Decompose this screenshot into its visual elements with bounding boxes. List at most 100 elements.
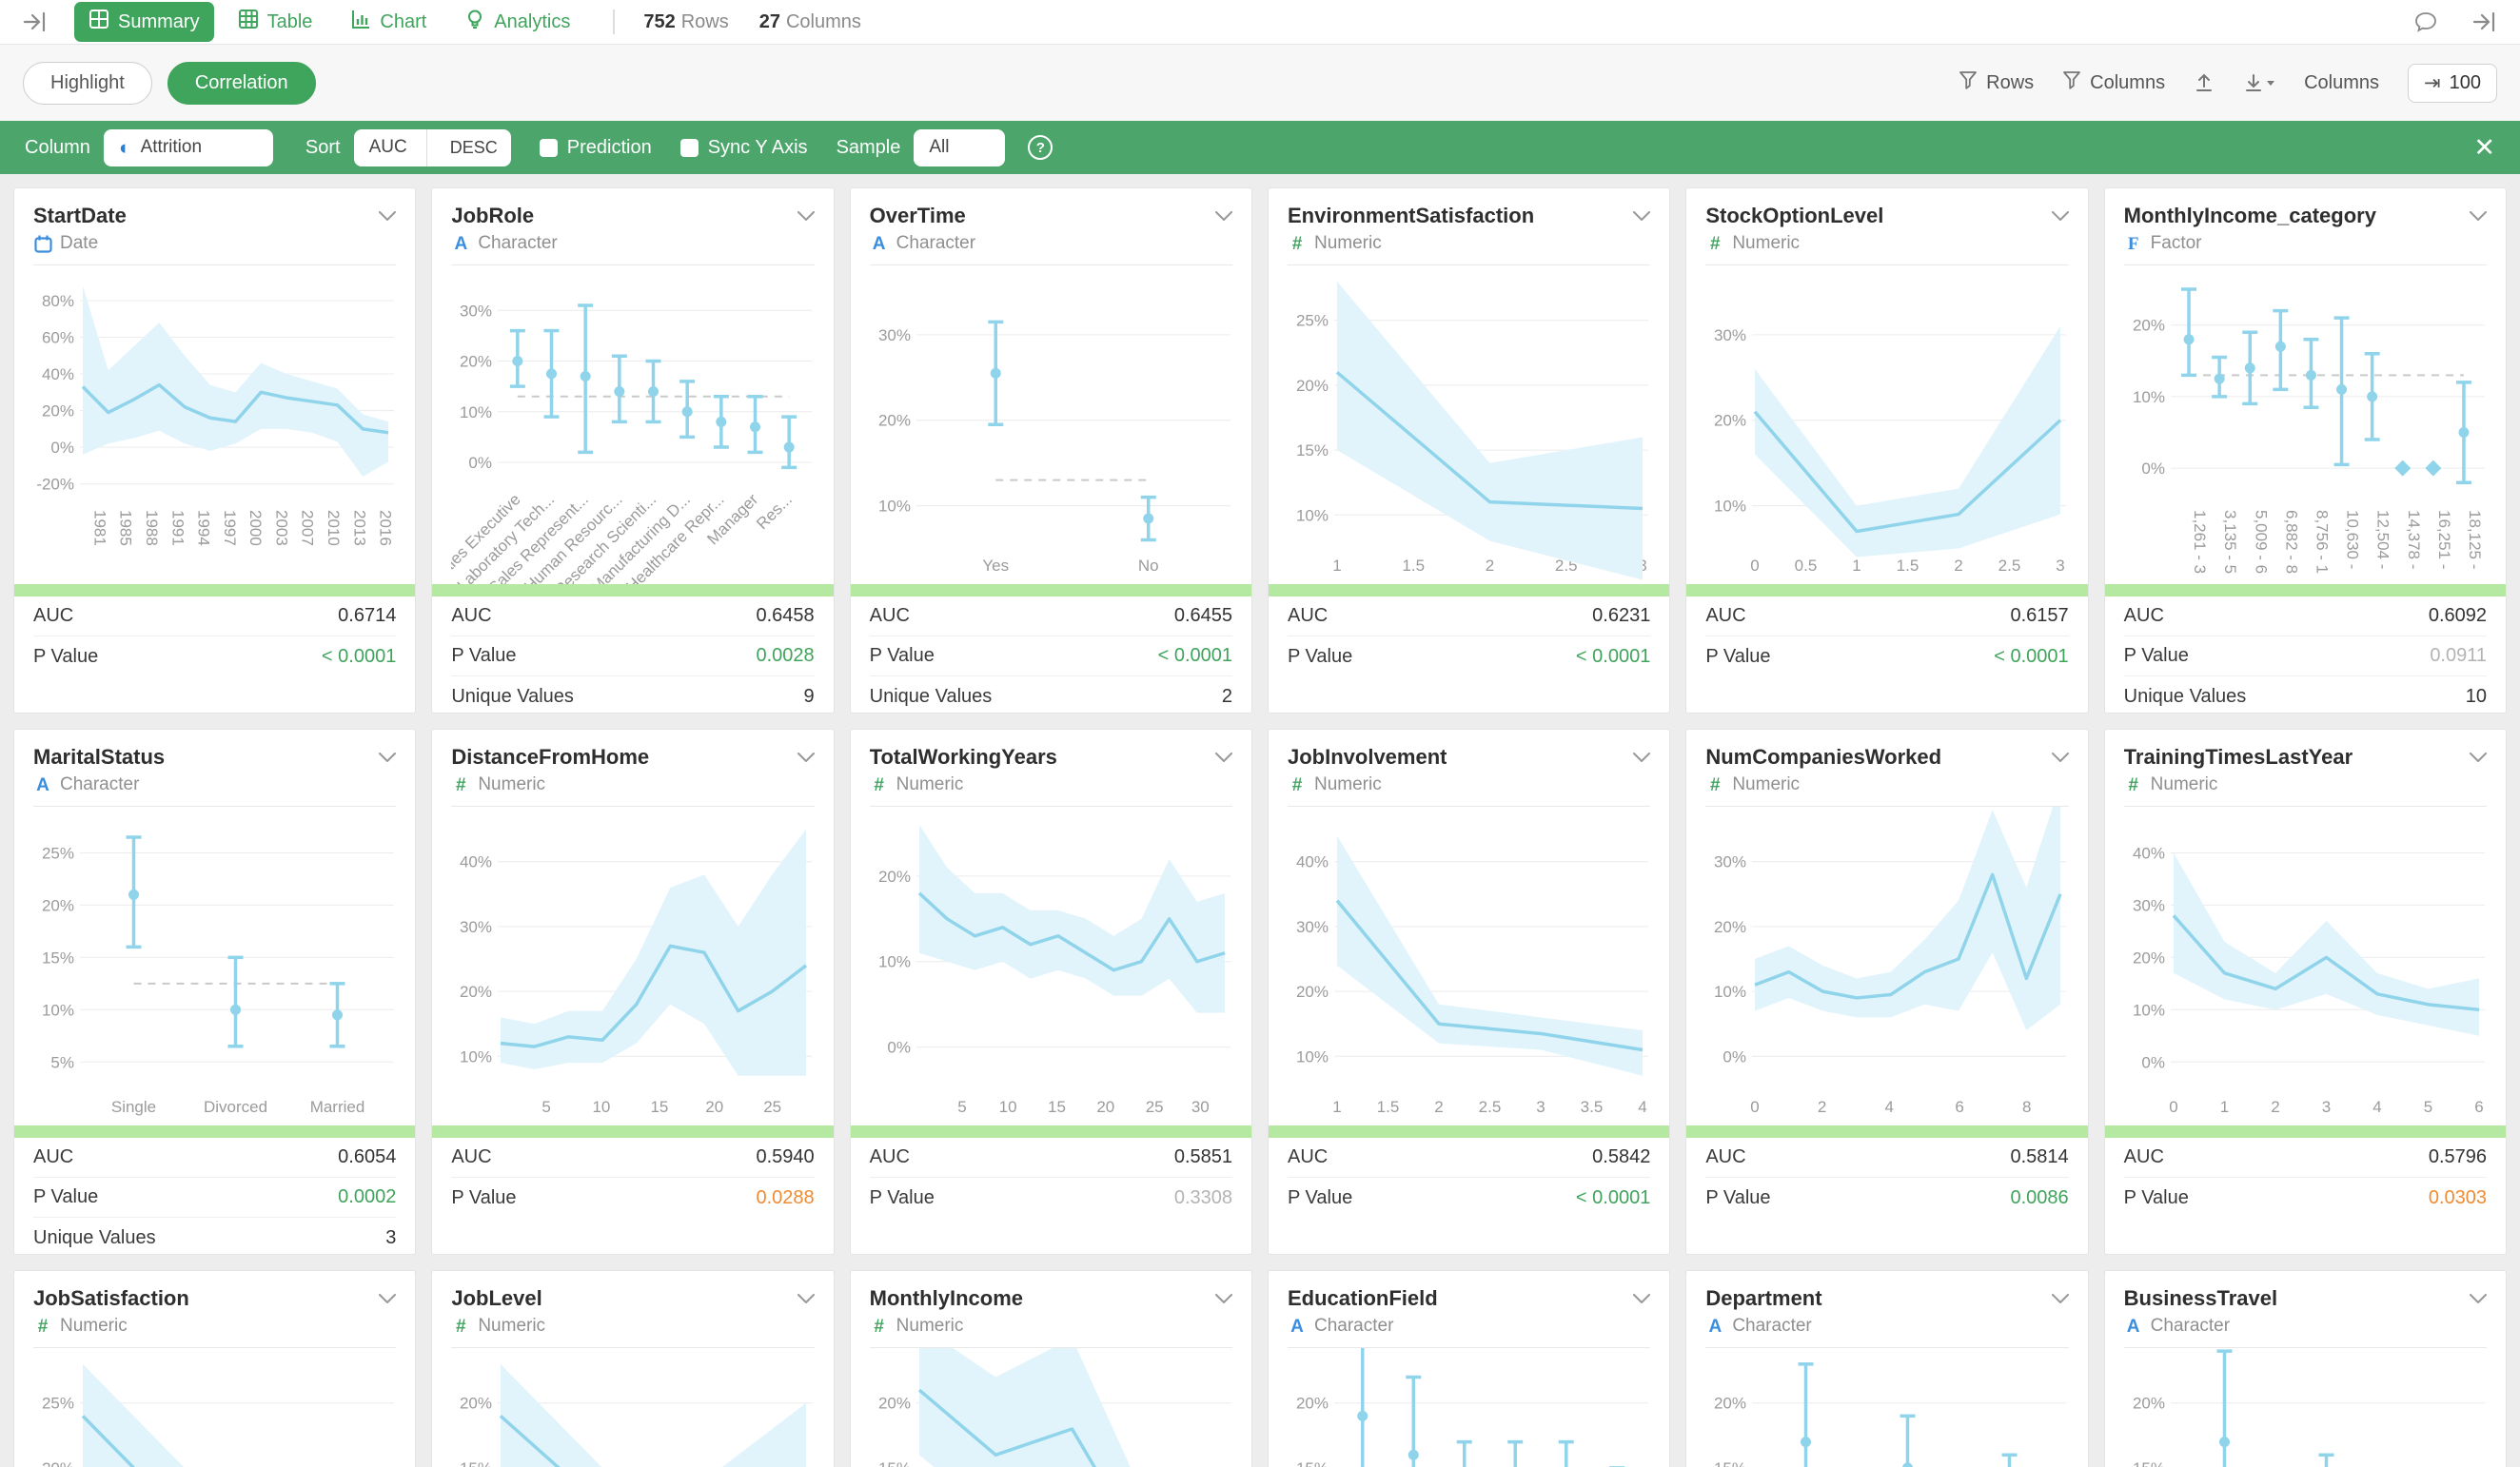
tab-chart-label: Chart [380, 11, 426, 33]
column-card: JobLevel # Numeric 20%15%10%5% [431, 1270, 834, 1467]
column-type-icon: # [870, 1318, 889, 1336]
sort-key-value[interactable]: AUC [354, 129, 427, 166]
column-name: JobInvolvement [1288, 745, 1447, 770]
column-chart[interactable]: 30%20%10%YesNo [870, 265, 1232, 584]
column-chart[interactable]: 20%10%0%1,261 - 33,135 - 55,009 - 66,882… [2124, 265, 2487, 584]
chevron-down-icon[interactable] [797, 211, 815, 221]
column-chart[interactable]: 30%20%10%0%02468 [1705, 807, 2068, 1125]
tab-table[interactable]: Table [224, 2, 327, 42]
chevron-down-icon[interactable] [797, 1294, 815, 1303]
upload-icon[interactable] [2194, 72, 2215, 93]
chevron-down-icon[interactable] [2470, 1294, 2487, 1303]
svg-text:No: No [1138, 557, 1159, 575]
column-stats: AUC 0.6092 P Value 0.0911 Unique Values … [2124, 597, 2487, 714]
column-chart[interactable]: 80%60%40%20%0%-20%1981198519881991199419… [33, 265, 396, 584]
column-chart[interactable]: 25%20%15%10%11.522.53 [1288, 265, 1650, 584]
svg-text:8: 8 [2022, 1098, 2031, 1116]
svg-text:10: 10 [998, 1098, 1016, 1116]
tab-chart[interactable]: Chart [336, 2, 441, 42]
chevron-down-icon[interactable] [379, 1294, 396, 1303]
chevron-down-icon[interactable] [1215, 1294, 1232, 1303]
column-chart[interactable]: 30%20%10%00.511.522.53 [1705, 265, 2068, 584]
table-icon [238, 9, 259, 35]
stat-row-auc: AUC 0.5796 [2124, 1138, 2487, 1178]
column-chart[interactable]: 40%30%20%10%11.522.533.54 [1288, 807, 1650, 1125]
svg-text:2010: 2010 [325, 510, 343, 546]
close-icon[interactable]: ✕ [2473, 133, 2495, 163]
p-value-label: P Value [1288, 646, 1352, 668]
column-chart[interactable]: 20%15%10%5% [451, 1348, 814, 1467]
stat-row-auc: AUC 0.5842 [1288, 1138, 1650, 1178]
columns-limit-input[interactable]: ⇥ 100 [2408, 64, 2497, 103]
chevron-down-icon[interactable] [1215, 753, 1232, 762]
chevron-down-icon[interactable] [1633, 753, 1650, 762]
chevron-down-icon[interactable] [379, 753, 396, 762]
bar-chart-icon [350, 9, 371, 35]
auc-label: AUC [870, 605, 910, 627]
chevron-down-icon[interactable] [1633, 211, 1650, 221]
chevron-down-icon[interactable] [1633, 1294, 1650, 1303]
column-chart[interactable]: 20%15%10%5% [1705, 1348, 2068, 1467]
tab-summary[interactable]: Summary [74, 2, 214, 42]
chevron-down-icon[interactable] [2470, 753, 2487, 762]
svg-text:15%: 15% [1296, 1459, 1329, 1467]
lightbulb-icon [464, 9, 485, 35]
column-chart[interactable]: 20%15%10%5% [1288, 1348, 1650, 1467]
collapse-panel-left-icon[interactable] [23, 10, 48, 33]
svg-text:3: 3 [1536, 1098, 1545, 1116]
column-chart[interactable]: 20%10%0%51015202530 [870, 807, 1232, 1125]
column-chart[interactable]: 20%15%10%5% [870, 1348, 1232, 1467]
prediction-checkbox[interactable]: Prediction [540, 137, 652, 159]
chevron-down-icon[interactable] [797, 753, 815, 762]
chevron-down-icon[interactable] [379, 211, 396, 221]
sort-direction-value[interactable]: DESC [437, 138, 511, 158]
svg-text:15%: 15% [460, 1459, 492, 1467]
unique-values-value: 3 [385, 1227, 396, 1249]
chevron-down-icon[interactable] [2052, 753, 2069, 762]
column-chart[interactable]: 40%30%20%10%0%0123456 [2124, 807, 2487, 1125]
sync-y-axis-checkbox[interactable]: Sync Y Axis [680, 137, 808, 159]
auc-value: 0.5796 [2429, 1146, 2487, 1168]
column-chart[interactable]: 25%20%15%10%5%SingleDivorcedMarried [33, 807, 396, 1125]
svg-text:2: 2 [2271, 1098, 2279, 1116]
chevron-down-icon[interactable] [2470, 211, 2487, 221]
download-menu-icon[interactable] [2243, 72, 2275, 93]
column-chart[interactable]: 40%30%20%10%510152025 [451, 807, 814, 1125]
column-card: MonthlyIncome_category F Factor 20%10%0%… [2104, 187, 2507, 714]
sort-select[interactable]: AUC DESC [354, 129, 511, 166]
svg-text:10,630 -: 10,630 - [2343, 510, 2361, 569]
column-type-label: Factor [2151, 233, 2202, 254]
help-icon[interactable]: ? [1028, 135, 1053, 160]
filter-rows-button[interactable]: Rows [1959, 70, 2034, 95]
highlight-button[interactable]: Highlight [23, 62, 152, 105]
sample-select[interactable]: All [914, 129, 1005, 166]
chevron-down-icon[interactable] [1215, 211, 1232, 221]
columns-limit-label: Columns [2304, 72, 2379, 94]
svg-text:20%: 20% [878, 1395, 911, 1413]
svg-text:1.5: 1.5 [1377, 1098, 1400, 1116]
comment-icon[interactable] [2413, 10, 2438, 33]
svg-text:40%: 40% [460, 853, 492, 871]
tab-analytics[interactable]: Analytics [450, 2, 584, 42]
svg-text:10%: 10% [460, 403, 492, 421]
svg-text:0: 0 [1751, 557, 1760, 575]
svg-text:5: 5 [542, 1098, 551, 1116]
column-stats: AUC 0.5814 P Value 0.0086 [1705, 1138, 2068, 1218]
column-type-label: Numeric [1732, 774, 1800, 795]
column-chart[interactable]: 30%20%10%0%Sales ExecutiveLaboratory Tec… [451, 265, 814, 584]
chevron-down-icon[interactable] [2052, 211, 2069, 221]
column-chart[interactable]: 20%15%10%5% [2124, 1348, 2487, 1467]
collapse-panel-right-icon[interactable] [2472, 10, 2497, 33]
svg-text:4: 4 [2372, 1098, 2381, 1116]
svg-text:2000: 2000 [246, 510, 265, 546]
chevron-down-icon[interactable] [2052, 1294, 2069, 1303]
svg-text:20%: 20% [42, 1459, 74, 1467]
auc-value: 0.6455 [1174, 605, 1232, 627]
column-chart[interactable]: 25%20%15%10% [33, 1348, 396, 1467]
filter-columns-button[interactable]: Columns [2062, 70, 2165, 95]
svg-text:20%: 20% [1714, 918, 1746, 936]
stat-row-unique: Unique Values 2 [870, 676, 1232, 714]
target-column-select[interactable]: ◐ Attrition [104, 129, 273, 166]
correlation-button[interactable]: Correlation [167, 62, 316, 105]
auc-label: AUC [2124, 1146, 2164, 1168]
